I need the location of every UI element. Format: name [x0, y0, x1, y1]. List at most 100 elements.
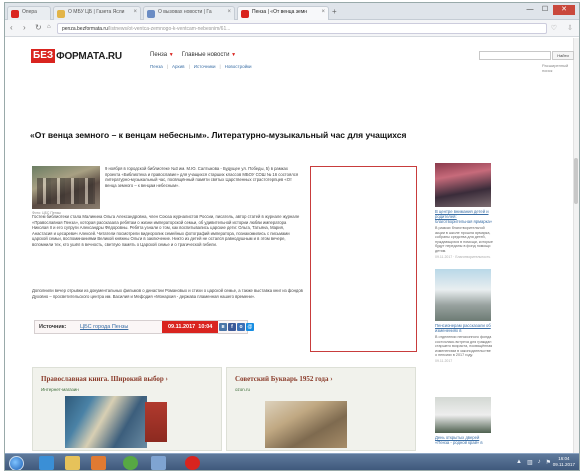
bookmark-heart-icon[interactable]: ♡ [551, 24, 557, 32]
windows-taskbar: ▲ ▥ ♪ ⚑ 16:04 09.11.2017 [5, 453, 579, 470]
source-link[interactable]: ЦБС города Пензы [80, 324, 128, 330]
tab-favicon-icon [147, 10, 155, 18]
subnav-item[interactable]: Пенза [150, 64, 163, 69]
promo-card-image[interactable] [65, 396, 167, 448]
tray-up-arrow-icon[interactable]: ▲ [516, 459, 522, 466]
top-nav: Пенза ▼ Главные новости ▼ [150, 52, 236, 58]
url-path: /listnews/ot-ventca-zemnogo-k-ventcam-ne… [107, 26, 231, 32]
promo-card-source: Интернет-магазин [41, 387, 79, 392]
tray-network-icon[interactable]: ▥ [527, 459, 533, 466]
promo-card[interactable]: Православная книга. Широкий выбор › Инте… [32, 367, 222, 451]
subnav-item[interactable]: Архив [172, 64, 185, 69]
side-news-image[interactable] [435, 269, 491, 321]
browser-tab[interactable]: О МБУ ЦБ | Газета Ясли × [53, 6, 141, 20]
sub-nav: Пенза | Архив | Источники | Новостройки [150, 64, 252, 69]
forward-icon[interactable]: › [23, 23, 26, 32]
source-bar: Источник: ЦБС города Пензы 09.11.2017 10… [34, 320, 254, 334]
tab-close-icon[interactable]: × [133, 9, 137, 15]
tray-flag-icon[interactable]: ⚑ [546, 459, 551, 466]
reload-icon[interactable]: ↻ [35, 23, 42, 32]
chevron-down-icon: ▼ [231, 52, 237, 58]
article-headline: «От венца земного – к венцам небесным». … [30, 130, 407, 140]
start-button[interactable] [9, 456, 24, 470]
scrollbar-thumb[interactable] [574, 158, 578, 204]
side-news-title[interactable]: День открытых дверей «Пенза - родной кра… [435, 435, 493, 445]
logo-red-part: БЕЗ [31, 49, 56, 63]
article-paragraph-2: Гостем библиотеки стала Малинина Ольга А… [32, 214, 300, 247]
close-window-button[interactable]: ✕ [553, 5, 575, 15]
browser-tab[interactable]: О вызовах новости | Га × [143, 6, 235, 20]
clock-date: 09.11.2017 [552, 462, 575, 467]
advanced-search-link[interactable]: Расширенный поиск [542, 63, 579, 73]
share-facebook-icon[interactable]: f [228, 323, 236, 331]
url-domain: penza.bezformata.ru [62, 26, 108, 32]
article-paragraph-1: 9 ноября в городской библиотеке №3 им. М… [105, 166, 299, 188]
side-news-title[interactable]: Пенсионерам рассказали об изменениях в з… [435, 323, 493, 333]
taskbar-clock[interactable]: 16:04 09.11.2017 [553, 456, 575, 468]
side-news-date: 09.11.2017 · Благотворительность [435, 255, 491, 259]
chevron-down-icon: ▼ [168, 52, 174, 58]
taskbar-explorer-icon[interactable] [65, 456, 80, 470]
source-label: Источник: [39, 324, 67, 330]
side-news-date: 09.11.2017 [435, 359, 453, 363]
system-tray: ▲ ▥ ♪ ⚑ [516, 459, 551, 466]
browser-tab-active[interactable]: Пенза | «От венца земн × [237, 6, 329, 20]
side-news-image[interactable] [435, 397, 491, 433]
logo-text-part: ФОРМАТА.RU [56, 50, 122, 62]
tray-volume-icon[interactable]: ♪ [538, 459, 541, 466]
taskbar-app-icon[interactable] [151, 456, 166, 470]
site-logo[interactable]: БЕЗ ФОРМАТА.RU [31, 49, 122, 63]
site-search-input[interactable] [479, 51, 551, 60]
article-paragraph-3: Дополнили вечер отрывки из документальны… [32, 288, 303, 299]
tab-label: Опера [22, 9, 37, 15]
tab-label: О МБУ ЦБ | Газета Ясли [68, 9, 125, 15]
tab-close-icon[interactable]: × [227, 9, 231, 15]
promo-card-image[interactable] [265, 401, 347, 448]
promo-card-title[interactable]: Советский Букварь 1952 года › [235, 375, 333, 383]
side-news-text: В рамках благотворительной акции в школе… [435, 226, 493, 253]
side-news-item[interactable]: В центре внимания детей и родителей: бла… [435, 163, 493, 259]
promo-card-source: ozon.ru [235, 387, 251, 392]
share-mail-icon[interactable]: @ [246, 323, 254, 331]
tab-close-icon[interactable]: × [321, 9, 325, 15]
share-vk-icon[interactable]: в [219, 323, 227, 331]
side-news-image[interactable] [435, 163, 491, 207]
url-input[interactable]: penza.bezformata.ru/listnews/ot-ventca-z… [57, 23, 547, 34]
nav-item-city[interactable]: Пенза ▼ [150, 52, 174, 58]
new-tab-icon[interactable]: + [332, 7, 337, 16]
tab-label: Пенза | «От венца земн [252, 9, 308, 15]
side-news-title[interactable]: В центре внимания детей и родителей: бла… [435, 209, 493, 224]
minimize-button[interactable]: — [523, 5, 537, 15]
taskbar-ie-icon[interactable] [39, 456, 54, 470]
tab-favicon-icon [57, 10, 65, 18]
site-search-button[interactable]: Найти [552, 51, 574, 60]
address-bar-row: ‹ › ↻ ⌂ penza.bezformata.ru/listnews/ot-… [5, 20, 579, 37]
promo-card-title[interactable]: Православная книга. Широкий выбор › [41, 375, 168, 383]
tab-label: О вызовах новости | Га [158, 9, 212, 15]
taskbar-opera-icon[interactable] [185, 456, 200, 470]
side-news-item[interactable]: Пенсионерам рассказали об изменениях в з… [435, 269, 493, 363]
taskbar-chrome-icon[interactable] [123, 456, 138, 470]
screenshot-frame: Опера О МБУ ЦБ | Газета Ясли × О вызовах… [4, 2, 580, 471]
tab-favicon-icon [241, 10, 249, 18]
back-icon[interactable]: ‹ [10, 23, 13, 32]
subnav-item[interactable]: Новостройки [225, 64, 252, 69]
home-icon[interactable]: ⌂ [47, 24, 51, 30]
window-controls: — ☐ ✕ [523, 5, 575, 15]
article-photo[interactable] [32, 166, 100, 209]
browser-tab-bar: Опера О МБУ ЦБ | Газета Ясли × О вызовах… [5, 3, 579, 20]
tab-favicon-icon [11, 10, 19, 18]
ad-placeholder[interactable] [310, 166, 417, 352]
browser-tab[interactable]: Опера [7, 6, 51, 20]
taskbar-media-icon[interactable] [91, 456, 106, 470]
share-ok-icon[interactable]: о [237, 323, 245, 331]
page-scrollbar[interactable] [573, 38, 579, 453]
maximize-button[interactable]: ☐ [538, 5, 552, 15]
subnav-item[interactable]: Источники [194, 64, 216, 69]
side-news-item[interactable]: День открытых дверей «Пенза - родной кра… [435, 397, 493, 445]
side-news-text: В отделении пенсионного фонда состоялась… [435, 335, 493, 358]
download-icon[interactable]: ⇩ [567, 24, 573, 32]
promo-card[interactable]: Советский Букварь 1952 года › ozon.ru [226, 367, 416, 451]
nav-item-main-news[interactable]: Главные новости ▼ [182, 52, 236, 58]
publish-date-badge: 09.11.2017 10:04 [162, 321, 219, 333]
